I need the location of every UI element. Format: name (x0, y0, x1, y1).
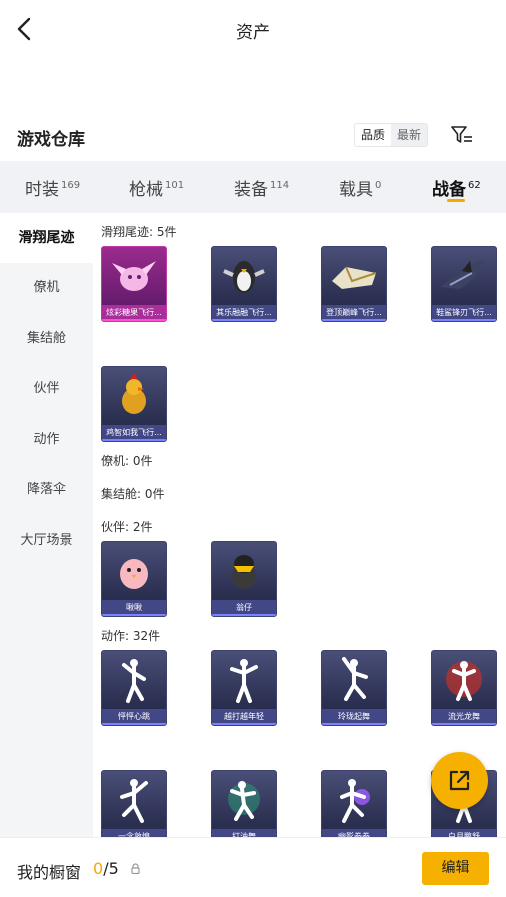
item-card[interactable]: 翁仔 (211, 541, 277, 617)
sidebar-item-pod[interactable]: 集结舱 (0, 314, 93, 364)
summit-trail-art-icon (332, 266, 377, 289)
item-card[interactable]: 鸡智如我飞行... (101, 366, 167, 442)
tab-fashion[interactable]: 时装 169 (25, 175, 80, 200)
section-label-wingman: 僚机: 0件 (101, 454, 153, 468)
dancer-art-icon (342, 657, 368, 701)
lock-icon (131, 863, 140, 874)
tab-label: 时装 (25, 180, 59, 200)
tab-battle-prep[interactable]: 战备 62 (432, 175, 481, 200)
tab-vehicles[interactable]: 载具 0 (339, 175, 381, 200)
rarity-bar (102, 319, 166, 321)
item-name: 白月鹏舒 (432, 829, 496, 837)
sidebar-item-emote[interactable]: 动作 (0, 415, 93, 465)
tab-firearms[interactable]: 枪械 101 (129, 175, 184, 200)
tab-label: 枪械 (129, 180, 163, 200)
item-card[interactable]: 玲珑起舞 (321, 650, 387, 726)
candy-trail-art-icon (112, 261, 156, 291)
item-name: 幽影拳拳 (322, 829, 386, 837)
tab-label: 载具 (339, 180, 373, 200)
rarity-bar (102, 439, 166, 441)
filter-icon[interactable] (450, 124, 474, 146)
item-card[interactable]: 炫彩糖果飞行... (101, 246, 167, 322)
external-link-icon (449, 770, 470, 791)
tab-count: 114 (270, 180, 290, 191)
item-card[interactable]: 啾啾 (101, 541, 167, 617)
sort-latest-option[interactable]: 最新 (391, 124, 428, 146)
dancer-art-icon (340, 779, 370, 823)
item-name: 一念敦煌 (102, 829, 166, 837)
section-label-pod: 集结舱: 0件 (101, 487, 165, 501)
showcase-current: 0 (93, 859, 104, 878)
tab-equipment[interactable]: 装备 114 (234, 175, 289, 200)
item-card[interactable]: 一念敦煌 (101, 770, 167, 837)
bottom-bar: 我的橱窗 0/5 编辑 (0, 837, 506, 897)
rarity-bar (102, 614, 166, 616)
rarity-bar (322, 723, 386, 725)
section-label-emote: 动作: 32件 (101, 629, 161, 643)
dragon-dance-art-icon (446, 661, 482, 701)
item-card[interactable]: 鞋鲨锋刃飞行... (431, 246, 497, 322)
showcase-label: 我的橱窗 (17, 863, 82, 882)
category-tabs: 时装 169 枪械 101 装备 114 载具 0 战备 62 (0, 161, 506, 213)
sidebar-item-wingman[interactable]: 僚机 (0, 263, 93, 313)
sidebar-item-trail[interactable]: 滑翔尾迹 (0, 213, 93, 263)
showcase-total: /5 (103, 859, 119, 878)
chick-partner-art-icon (120, 559, 148, 589)
sort-quality-option[interactable]: 品质 (355, 124, 392, 146)
rarity-bar (432, 723, 496, 725)
item-card[interactable]: 其乐融融飞行... (211, 246, 277, 322)
rarity-bar (212, 723, 276, 725)
dancer-art-icon (120, 779, 148, 823)
tab-count: 169 (61, 180, 81, 191)
active-tab-indicator (447, 199, 465, 202)
item-grid: 滑翔尾迹: 5件 炫彩糖果飞行... 其乐融融飞行... 登顶巅峰飞行... 鞋… (93, 213, 506, 837)
sidebar: 滑翔尾迹 僚机 集结舱 伙伴 动作 降落伞 大厅场景 (0, 213, 93, 837)
edit-button[interactable]: 编辑 (422, 852, 489, 885)
sidebar-item-partner[interactable]: 伙伴 (0, 364, 93, 414)
section-label-partner: 伙伴: 2件 (101, 520, 153, 534)
tab-label: 战备 (432, 180, 466, 200)
tab-count: 0 (375, 180, 382, 191)
tab-label: 装备 (234, 180, 268, 200)
rarity-bar (322, 319, 386, 321)
dancer-art-icon (230, 659, 258, 703)
rarity-bar (102, 723, 166, 725)
dancer-art-icon (228, 781, 260, 821)
item-card[interactable]: 登顶巅峰飞行... (321, 246, 387, 322)
item-card[interactable]: 幽影拳拳 (321, 770, 387, 837)
sort-toggle: 品质 最新 (354, 123, 429, 147)
sidebar-item-lobby-scene[interactable]: 大厅场景 (0, 516, 93, 566)
item-name: 打油舞 (212, 829, 276, 837)
item-card[interactable]: 打油舞 (211, 770, 277, 837)
rarity-bar (212, 319, 276, 321)
penguin-trail-art-icon (223, 261, 265, 293)
item-card[interactable]: 怦怦心跳 (101, 650, 167, 726)
tab-count: 101 (165, 180, 185, 191)
dancer-art-icon (122, 659, 146, 703)
section-label-trail: 滑翔尾迹: 5件 (101, 225, 177, 239)
rarity-bar (212, 614, 276, 616)
showcase-count: 0/5 (93, 859, 119, 878)
share-button[interactable] (431, 752, 488, 809)
chicken-trail-art-icon (122, 373, 146, 414)
sidebar-item-parachute[interactable]: 降落伞 (0, 465, 93, 515)
warehouse-title: 游戏仓库 (17, 130, 85, 150)
shark-blade-trail-art-icon (440, 259, 484, 289)
rarity-bar (432, 319, 496, 321)
item-card[interactable]: 流光龙舞 (431, 650, 497, 726)
page-title: 资产 (236, 23, 270, 43)
tab-count: 62 (468, 180, 481, 191)
item-card[interactable]: 越打越年轻 (211, 650, 277, 726)
duck-partner-art-icon (232, 555, 256, 589)
header: 资产 (0, 0, 506, 60)
